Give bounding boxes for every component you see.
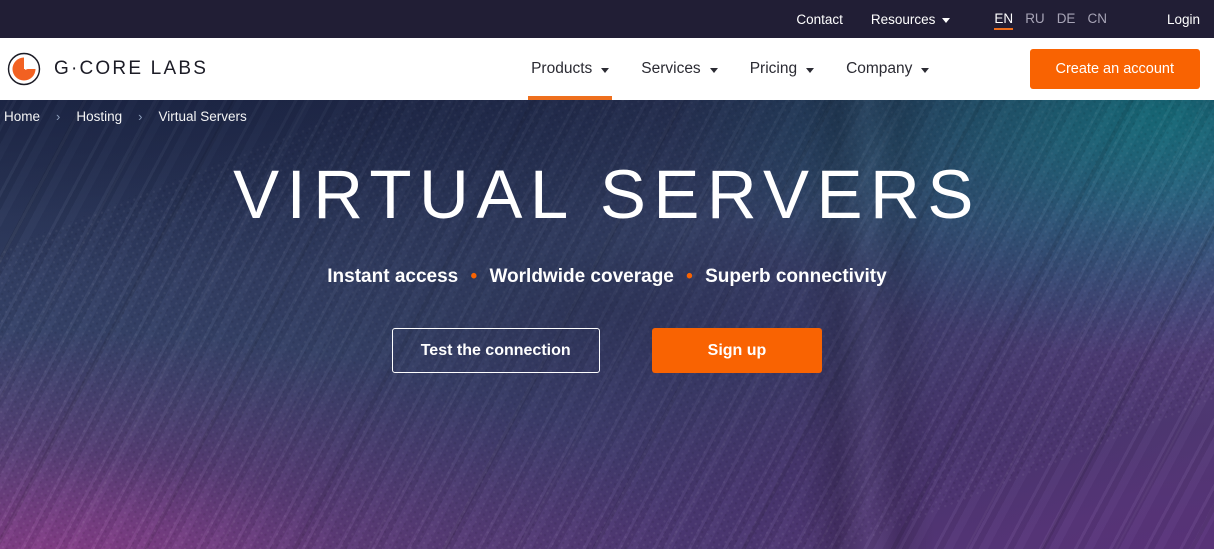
hero-subtitle-part-2: Worldwide coverage (489, 266, 674, 287)
login-link[interactable]: Login (1167, 12, 1200, 27)
language-selector: EN RU DE CN (994, 11, 1107, 30)
main-header: G·CORE LABS Products Services Pricing Co… (0, 38, 1214, 100)
top-link-contact-label: Contact (796, 11, 843, 27)
nav-item-products-label: Products (531, 60, 593, 77)
breadcrumb-item-virtual-servers: Virtual Servers (158, 109, 247, 124)
nav-item-company[interactable]: Company (830, 38, 945, 100)
language-option-de[interactable]: DE (1057, 11, 1076, 28)
nav-item-pricing-label: Pricing (749, 60, 798, 77)
create-account-button[interactable]: Create an account (1029, 49, 1200, 89)
page-root: Contact Resources EN RU DE CN Login G·CO… (0, 0, 1214, 549)
hero-subtitle-part-3: Superb connectivity (705, 266, 887, 287)
language-option-en[interactable]: EN (994, 11, 1013, 30)
nav-item-services[interactable]: Services (625, 38, 733, 100)
bullet-dot-icon: • (470, 266, 478, 287)
hero-subtitle: Instant access • Worldwide coverage • Su… (0, 267, 1214, 286)
breadcrumb-separator-icon: › (138, 109, 143, 124)
bullet-dot-icon: • (686, 266, 693, 287)
brand-logo-link[interactable]: G·CORE LABS (6, 51, 208, 87)
nav-item-pricing[interactable]: Pricing (734, 38, 830, 100)
top-utility-links: Contact Resources EN RU DE CN Login (796, 11, 1200, 30)
breadcrumb-item-hosting[interactable]: Hosting (76, 109, 122, 124)
brand-name: G·CORE LABS (54, 58, 209, 79)
sign-up-button[interactable]: Sign up (651, 328, 823, 373)
top-link-resources[interactable]: Resources (871, 12, 951, 27)
nav-item-company-label: Company (846, 60, 913, 77)
chevron-down-icon (806, 67, 815, 73)
gcore-circle-g-logo-icon (7, 52, 41, 86)
breadcrumb-separator-icon: › (56, 109, 61, 124)
nav-item-products[interactable]: Products (515, 38, 625, 100)
page-title: VIRTUAL SERVERS (233, 156, 981, 233)
chevron-down-icon (709, 67, 718, 73)
breadcrumb: Home › Hosting › Virtual Servers (0, 109, 247, 124)
chevron-down-icon (921, 67, 930, 73)
hero-action-buttons: Test the connection Sign up (0, 328, 1214, 373)
chevron-down-icon (601, 67, 610, 73)
hero-content: Home › Hosting › Virtual Servers VIRTUAL… (0, 100, 1214, 549)
language-option-cn[interactable]: CN (1087, 11, 1107, 28)
hero-center-block: VIRTUAL SERVERS Instant access • Worldwi… (0, 160, 1214, 373)
breadcrumb-item-home[interactable]: Home (4, 109, 40, 124)
language-option-ru[interactable]: RU (1025, 11, 1045, 28)
top-link-resources-label: Resources (870, 11, 936, 27)
hero-subtitle-part-1: Instant access (327, 266, 459, 287)
top-utility-bar: Contact Resources EN RU DE CN Login (0, 0, 1214, 38)
main-navigation: Products Services Pricing Company (515, 38, 945, 100)
test-connection-button[interactable]: Test the connection (391, 328, 600, 373)
chevron-down-icon (942, 17, 951, 23)
top-link-contact[interactable]: Contact (796, 12, 843, 27)
nav-item-services-label: Services (641, 60, 701, 77)
hero-section: Home › Hosting › Virtual Servers VIRTUAL… (0, 100, 1214, 549)
